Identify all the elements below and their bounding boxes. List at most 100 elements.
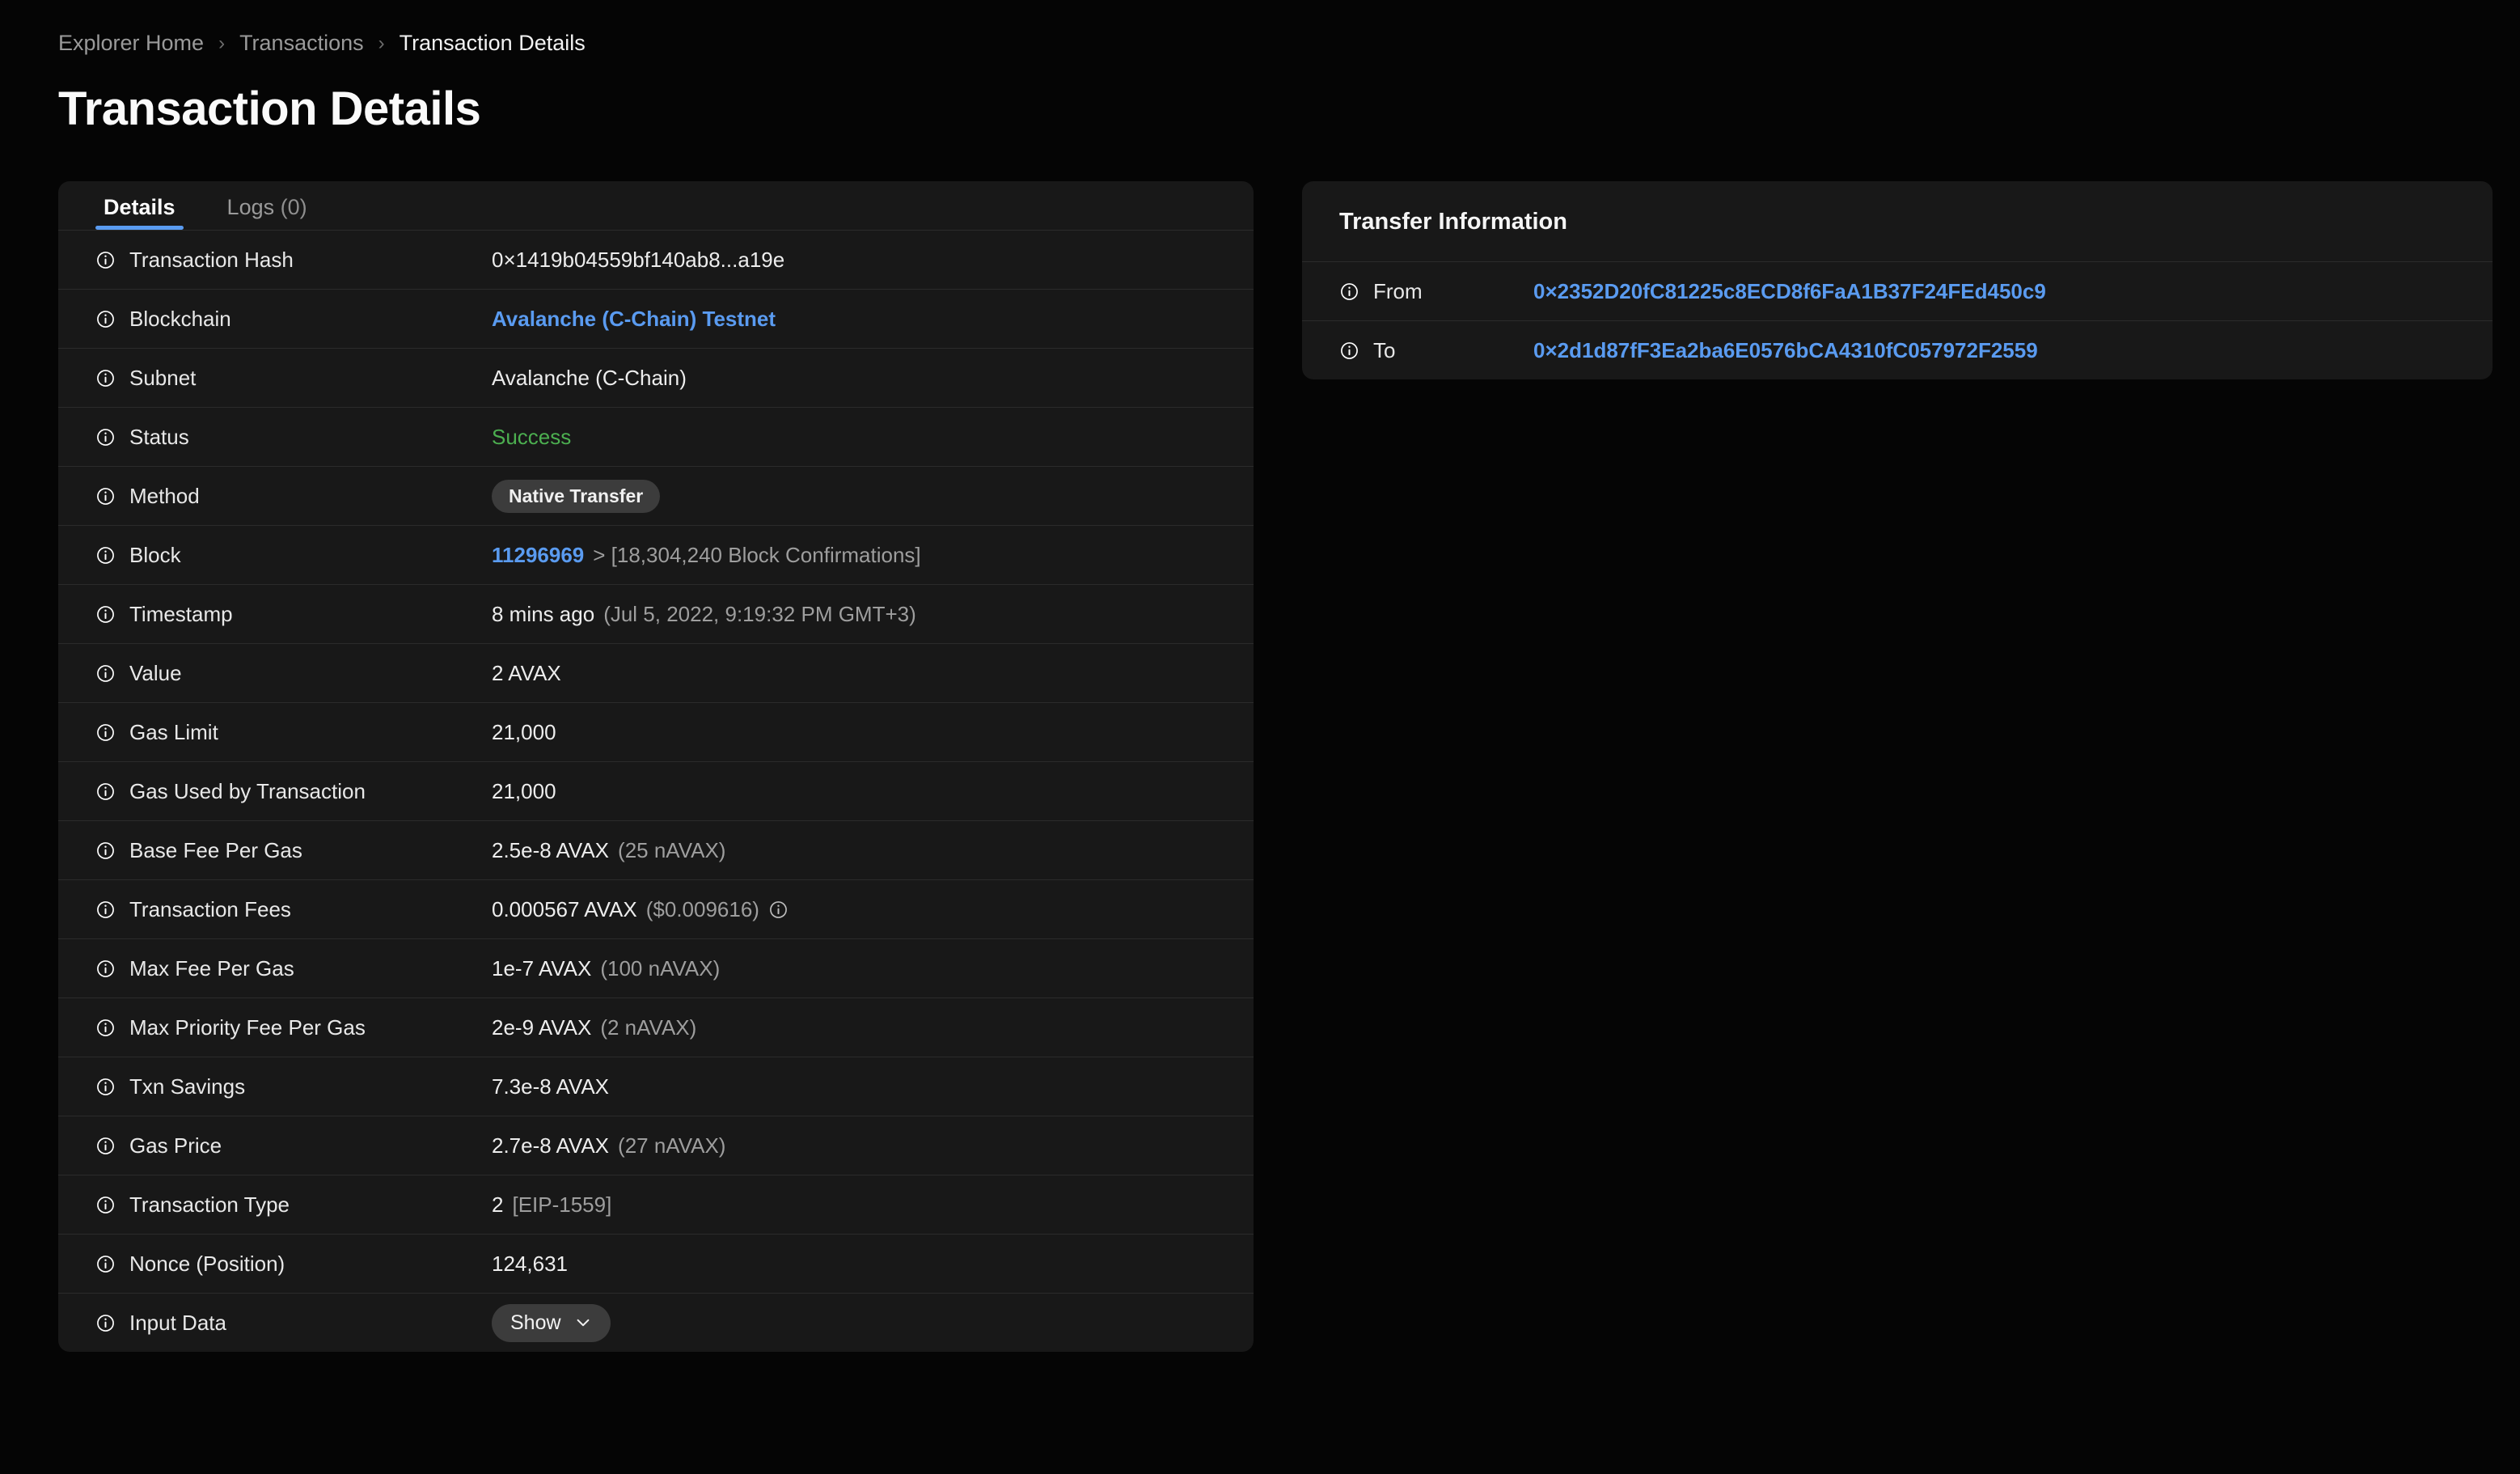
detail-row: Value 2 AVAX [58,643,1254,702]
tab-logs[interactable]: Logs (0) [219,195,315,230]
info-icon[interactable] [95,1195,116,1215]
row-value-cell: 2.7e-8 AVAX (27 nAVAX) [492,1133,725,1158]
show-input-data-button[interactable]: Show [492,1303,611,1342]
details-rows: Transaction Hash 0×1419b04559bf140ab8...a… [58,230,1254,1352]
info-icon[interactable] [95,486,116,506]
row-value[interactable]: 0×2d1d87fF3Ea2ba6E0576bCA4310fC057972F25… [1533,338,2038,363]
detail-row: Method Native Transfer [58,466,1254,525]
row-label-cell: Gas Price [95,1133,492,1158]
detail-row: Block 11296969 > [18,304,240 Block Confirm… [58,525,1254,584]
details-column: Details Logs (0) Transaction Hash 0×1419b0… [58,181,1254,1352]
row-label: Input Data [129,1310,226,1335]
row-value-suffix: (27 nAVAX) [618,1133,726,1158]
info-icon[interactable] [95,427,116,447]
info-icon[interactable] [1339,282,1359,302]
info-icon[interactable] [95,1254,116,1274]
info-icon[interactable] [1339,341,1359,361]
info-icon[interactable] [95,1313,116,1333]
row-label-cell: Max Priority Fee Per Gas [95,1015,492,1040]
detail-row: To 0×2d1d87fF3Ea2ba6E0576bCA4310fC057972F… [1302,320,2493,379]
show-button-label: Show [510,1311,561,1334]
row-label-cell: Transaction Fees [95,897,492,922]
method-badge: Native Transfer [492,479,661,513]
detail-row: Max Priority Fee Per Gas 2e-9 AVAX (2 nAVA… [58,997,1254,1057]
tab-label: Details [104,195,175,219]
row-value-cell: 2 [EIP-1559] [492,1192,611,1218]
row-value-cell: 0×2352D20fC81225c8ECD8f6FaA1B37F24FEd450… [1533,279,2046,304]
row-value-cell: 2 AVAX [492,661,561,686]
row-label-cell: Transaction Type [95,1192,492,1218]
row-label-cell: Blockchain [95,307,492,332]
row-value: 7.3e-8 AVAX [492,1074,610,1099]
row-value: 21,000 [492,778,556,803]
detail-row: Subnet Avalanche (C-Chain) [58,348,1254,407]
row-value: 2e-9 AVAX [492,1014,592,1040]
info-icon[interactable] [95,722,116,743]
info-icon[interactable] [95,368,116,388]
info-icon[interactable] [95,545,116,565]
row-label-cell: From [1339,279,1533,304]
info-icon[interactable] [95,841,116,861]
row-value: 21,000 [492,719,556,744]
detail-row: Blockchain Avalanche (C-Chain) Testnet [58,289,1254,348]
detail-row: Max Fee Per Gas 1e-7 AVAX (100 nAVAX) [58,938,1254,997]
detail-row: Gas Used by Transaction 21,000 [58,761,1254,820]
row-value: Avalanche (C-Chain) [492,365,687,390]
row-label-cell: Nonce (Position) [95,1252,492,1277]
row-label: Status [129,424,189,449]
tab-label: Logs [226,195,275,219]
row-label-cell: Block [95,543,492,568]
row-value: 2.5e-8 AVAX [492,837,610,862]
row-value-cell: 0×1419b04559bf140ab8...a19e [492,248,784,273]
row-label-cell: Transaction Hash [95,248,492,273]
row-label: Gas Limit [129,719,218,744]
detail-row: Input Data Show [58,1293,1254,1352]
row-label: Transaction Hash [129,247,294,272]
info-icon[interactable] [95,959,116,979]
row-value: 2.7e-8 AVAX [492,1133,610,1158]
detail-row: Timestamp 8 mins ago (Jul 5, 2022, 9:19:32… [58,584,1254,643]
info-icon[interactable] [95,1136,116,1156]
info-icon[interactable] [95,604,116,625]
detail-row: Transaction Type 2 [EIP-1559] [58,1175,1254,1234]
breadcrumb-item-transactions[interactable]: Transactions [239,32,364,54]
details-tabs: Details Logs (0) [58,181,1254,230]
row-value: Success [492,424,572,449]
row-value-cell: Avalanche (C-Chain) [492,366,687,391]
row-value[interactable]: 11296969 [492,543,584,568]
row-label-cell: Gas Used by Transaction [95,779,492,804]
tab-details[interactable]: Details [95,195,184,230]
row-value[interactable]: Avalanche (C-Chain) Testnet [492,307,776,332]
row-value-suffix: (2 nAVAX) [600,1014,697,1040]
detail-row: Nonce (Position) 124,631 [58,1234,1254,1293]
row-label-cell: Value [95,661,492,686]
row-value-cell: 124,631 [492,1252,568,1277]
info-icon[interactable] [95,900,116,920]
tab-count: (0) [274,195,307,219]
row-value[interactable]: 0×2352D20fC81225c8ECD8f6FaA1B37F24FEd450… [1533,279,2046,304]
info-icon[interactable] [95,309,116,329]
row-label-cell: Txn Savings [95,1074,492,1099]
info-icon[interactable] [95,250,116,270]
row-value-suffix: (25 nAVAX) [618,837,726,862]
info-icon[interactable] [95,1018,116,1038]
chevron-down-icon [574,1314,592,1332]
detail-row: Base Fee Per Gas 2.5e-8 AVAX (25 nAVAX) [58,820,1254,879]
row-label: Txn Savings [129,1074,246,1099]
row-label-cell: Method [95,484,492,509]
info-icon[interactable] [95,663,116,684]
row-value-cell: 2e-9 AVAX (2 nAVAX) [492,1015,696,1040]
breadcrumb-item-explorer-home[interactable]: Explorer Home [58,32,204,54]
row-value-cell: 1e-7 AVAX (100 nAVAX) [492,956,720,981]
row-label: Subnet [129,365,197,390]
row-value-suffix: [EIP-1559] [512,1192,612,1217]
detail-row: Status Success [58,407,1254,466]
content-columns: Details Logs (0) Transaction Hash 0×1419b0… [58,181,2493,1352]
info-icon[interactable] [768,900,789,920]
row-label: Timestamp [129,601,233,626]
row-value-cell: Avalanche (C-Chain) Testnet [492,307,776,332]
info-icon[interactable] [95,781,116,802]
breadcrumb: Explorer Home › Transactions › Transaction D… [58,32,2467,54]
row-label: Block [129,542,181,567]
info-icon[interactable] [95,1077,116,1097]
